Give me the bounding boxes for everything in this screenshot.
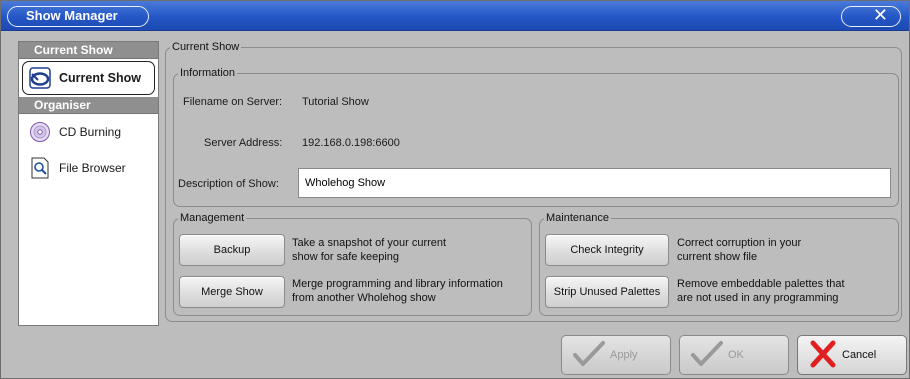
ok-label: OK [728, 349, 744, 361]
maintenance-group-title: Maintenance [546, 212, 609, 224]
checkmark-icon [572, 340, 606, 371]
sidebar-section-current-show: Current Show [19, 42, 158, 59]
management-group-title: Management [180, 212, 245, 224]
information-group-title: Information [180, 67, 236, 79]
checkmark-icon [690, 340, 724, 371]
sidebar-item-current-show[interactable]: Current Show [22, 61, 155, 95]
merge-show-button[interactable]: Merge Show [179, 276, 285, 308]
ok-button[interactable]: OK [679, 335, 789, 375]
sidebar-item-label: File Browser [59, 161, 126, 175]
backup-description-line2: show for safe keeping [292, 251, 400, 263]
cancel-button[interactable]: Cancel [797, 335, 907, 375]
backup-description-line1: Take a snapshot of your current [292, 237, 447, 249]
window-title: Show Manager [7, 6, 149, 27]
current-show-group-title: Current Show [172, 41, 240, 53]
sidebar-item-cd-burning[interactable]: CD Burning [19, 114, 158, 150]
check-integrity-button[interactable]: Check Integrity [545, 234, 669, 266]
close-icon[interactable]: ✕ [873, 5, 888, 25]
description-field[interactable] [298, 168, 891, 198]
show-manager-window: Show Manager ✕ Current Show Current Show… [0, 0, 910, 379]
filename-label: Filename on Server: [183, 96, 283, 108]
strip-unused-palettes-button[interactable]: Strip Unused Palettes [545, 276, 669, 308]
sidebar-item-file-browser[interactable]: File Browser [19, 150, 158, 186]
current-show-icon [29, 67, 51, 89]
sidebar-item-label: CD Burning [59, 125, 122, 139]
sidebar-section-organiser: Organiser [19, 97, 158, 114]
server-address-label: Server Address: [204, 137, 283, 149]
merge-description-line2: from another Wholehog show [292, 292, 436, 304]
description-label: Description of Show: [178, 178, 279, 190]
check-integrity-description-line1: Correct corruption in your [677, 237, 802, 249]
backup-button[interactable]: Backup [179, 234, 285, 266]
strip-palettes-description-line2: are not used in any programming [677, 292, 839, 304]
check-integrity-description-line2: current show file [677, 251, 758, 263]
red-x-icon [808, 340, 838, 371]
apply-button[interactable]: Apply [561, 335, 671, 375]
server-address-value: 192.168.0.198:6600 [302, 137, 400, 149]
cancel-label: Cancel [842, 349, 877, 361]
file-browser-icon [29, 157, 51, 179]
sidebar: Current Show Current Show Organiser CD B… [18, 41, 159, 326]
filename-value: Tutorial Show [302, 96, 369, 108]
title-bar: Show Manager ✕ [1, 1, 909, 31]
sidebar-item-label: Current Show [59, 71, 141, 85]
apply-label: Apply [610, 349, 638, 361]
cd-icon [29, 121, 51, 143]
close-button[interactable]: ✕ [841, 6, 901, 27]
merge-description-line1: Merge programming and library informatio… [292, 278, 503, 290]
strip-palettes-description-line1: Remove embeddable palettes that [677, 278, 845, 290]
